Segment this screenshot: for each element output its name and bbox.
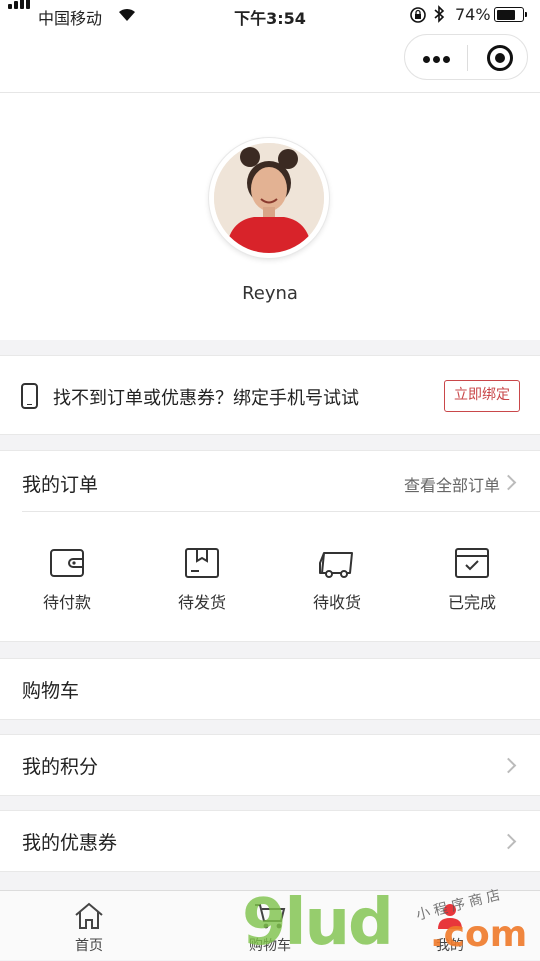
menu-item-points[interactable]: 我的积分	[0, 734, 540, 796]
tab-label: 首页	[75, 938, 103, 954]
profile-header: Reyna	[0, 93, 540, 340]
menu-item-coupons[interactable]: 我的优惠券	[0, 810, 540, 872]
chevron-right-icon	[500, 757, 517, 774]
bind-phone-prompt: 找不到订单或优惠券？绑定手机号试试	[53, 388, 359, 409]
tab-label: 我的	[436, 938, 464, 954]
home-icon	[75, 902, 103, 929]
order-status-label: 待付款	[42, 593, 91, 612]
orders-section: 我的订单 查看全部订单 待付款 待发货 待收货 已完成	[0, 450, 540, 642]
order-status-label: 待收货	[312, 593, 361, 612]
miniprogram-capsule	[404, 34, 528, 80]
tab-mine[interactable]: 我的	[390, 891, 510, 961]
bluetooth-icon	[433, 5, 445, 27]
menu-item-label: 购物车	[22, 680, 80, 702]
tab-cart[interactable]: 购物车	[210, 891, 330, 961]
order-status-awaiting-delivery[interactable]: 待收货	[287, 547, 387, 613]
chevron-right-icon	[500, 474, 517, 491]
tab-home[interactable]: 首页	[29, 891, 149, 961]
order-status-pending-payment[interactable]: 待付款	[17, 547, 117, 613]
tab-bar: 首页 购物车 我的	[0, 890, 540, 960]
view-all-orders-link[interactable]: 查看全部订单	[404, 472, 500, 496]
order-status-awaiting-shipment[interactable]: 待发货	[152, 547, 252, 613]
completed-box-icon	[455, 548, 489, 578]
avatar	[209, 138, 329, 258]
battery-icon	[494, 7, 524, 22]
chevron-right-icon	[500, 833, 517, 850]
bind-phone-button[interactable]: 立即绑定	[444, 380, 520, 412]
bind-phone-banner: 找不到订单或优惠券？绑定手机号试试 立即绑定	[0, 355, 540, 435]
status-bar: 中国移动 下午3:54 74%	[0, 0, 540, 30]
order-status-label: 待发货	[177, 593, 226, 612]
order-status-completed[interactable]: 已完成	[422, 547, 522, 613]
tab-label: 购物车	[249, 938, 291, 954]
menu-item-label: 我的优惠券	[22, 832, 118, 854]
battery-tip	[525, 12, 527, 17]
divider	[22, 511, 540, 512]
package-icon	[185, 548, 219, 578]
cart-icon	[255, 904, 286, 929]
delivery-truck-icon	[319, 552, 353, 578]
battery-percent: 74%	[455, 5, 491, 24]
rotation-lock-icon	[409, 6, 427, 28]
username: Reyna	[242, 283, 298, 304]
menu-item-label: 我的积分	[22, 756, 99, 778]
close-miniprogram-icon[interactable]	[487, 45, 513, 71]
menu-item-cart[interactable]: 购物车	[0, 658, 540, 720]
navigation-bar	[0, 30, 540, 93]
capsule-divider	[467, 45, 468, 71]
order-status-label: 已完成	[447, 593, 496, 612]
orders-title: 我的订单	[22, 474, 99, 496]
wallet-icon	[50, 549, 84, 577]
phone-icon	[21, 383, 38, 409]
user-icon	[438, 904, 462, 929]
